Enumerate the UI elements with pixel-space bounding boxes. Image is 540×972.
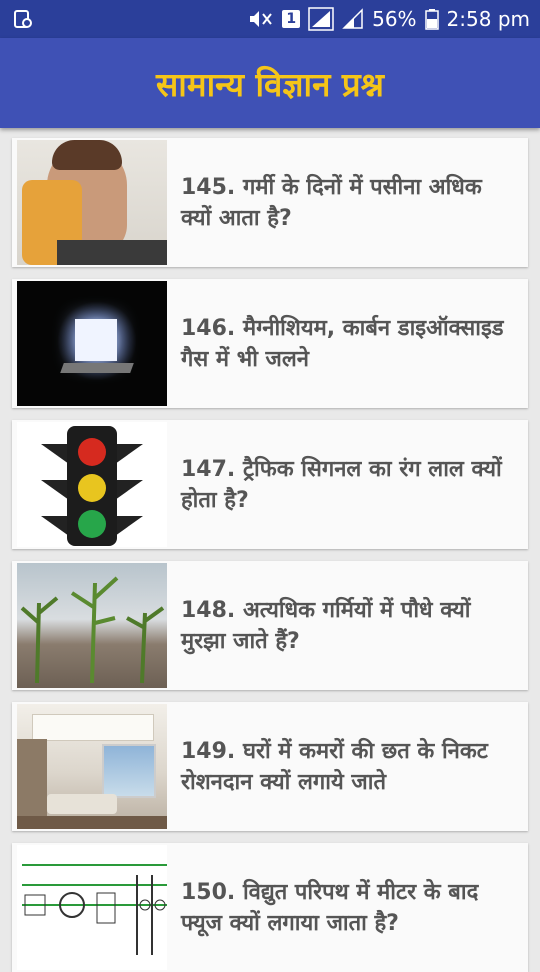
wilted-plants-image: [17, 563, 167, 688]
question-list: 145. गर्मी के दिनों में पसीना अधिक क्यों…: [0, 128, 540, 972]
battery-percent: 56%: [372, 7, 417, 31]
list-item[interactable]: 145. गर्मी के दिनों में पसीना अधिक क्यों…: [12, 138, 528, 267]
list-item-text: 145. गर्मी के दिनों में पसीना अधिक क्यों…: [181, 174, 482, 231]
room-interior-image: [17, 704, 167, 829]
screen-record-icon: [14, 10, 32, 28]
list-item[interactable]: 149. घरों में कमरों की छत के निकट रोशनदा…: [12, 702, 528, 831]
list-item-text: 149. घरों में कमरों की छत के निकट रोशनदा…: [181, 738, 488, 795]
page-title: सामान्य विज्ञान प्रश्न: [155, 64, 384, 104]
list-item[interactable]: 148. अत्यधिक गर्मियों में पौधे क्यों मुर…: [12, 561, 528, 690]
status-bar: 1 56% 2:58 pm: [0, 0, 540, 38]
battery-icon: [424, 9, 439, 30]
sweating-man-image: [17, 140, 167, 265]
sim-badge: 1: [282, 10, 301, 28]
glowing-cube-image: [17, 281, 167, 406]
list-item[interactable]: 150. विद्युत परिपथ में मीटर के बाद फ्यूज…: [12, 843, 528, 972]
signal-icon-2: [342, 8, 363, 29]
list-item[interactable]: 146. मैग्नीशियम, कार्बन डाइऑक्साइड गैस म…: [12, 279, 528, 408]
app-bar: सामान्य विज्ञान प्रश्न: [0, 38, 540, 128]
list-item-text: 147. ट्रैफिक सिगनल का रंग लाल क्यों होता…: [181, 456, 502, 513]
signal-icon: [308, 7, 334, 31]
traffic-light-image: [17, 422, 167, 547]
circuit-diagram-image: [17, 845, 167, 970]
list-item-text: 146. मैग्नीशियम, कार्बन डाइऑक्साइड गैस म…: [181, 315, 504, 372]
mute-icon: [250, 11, 273, 27]
list-item[interactable]: 147. ट्रैफिक सिगनल का रंग लाल क्यों होता…: [12, 420, 528, 549]
list-item-text: 150. विद्युत परिपथ में मीटर के बाद फ्यूज…: [181, 879, 479, 936]
clock: 2:58 pm: [446, 7, 530, 31]
list-item-text: 148. अत्यधिक गर्मियों में पौधे क्यों मुर…: [181, 597, 471, 654]
